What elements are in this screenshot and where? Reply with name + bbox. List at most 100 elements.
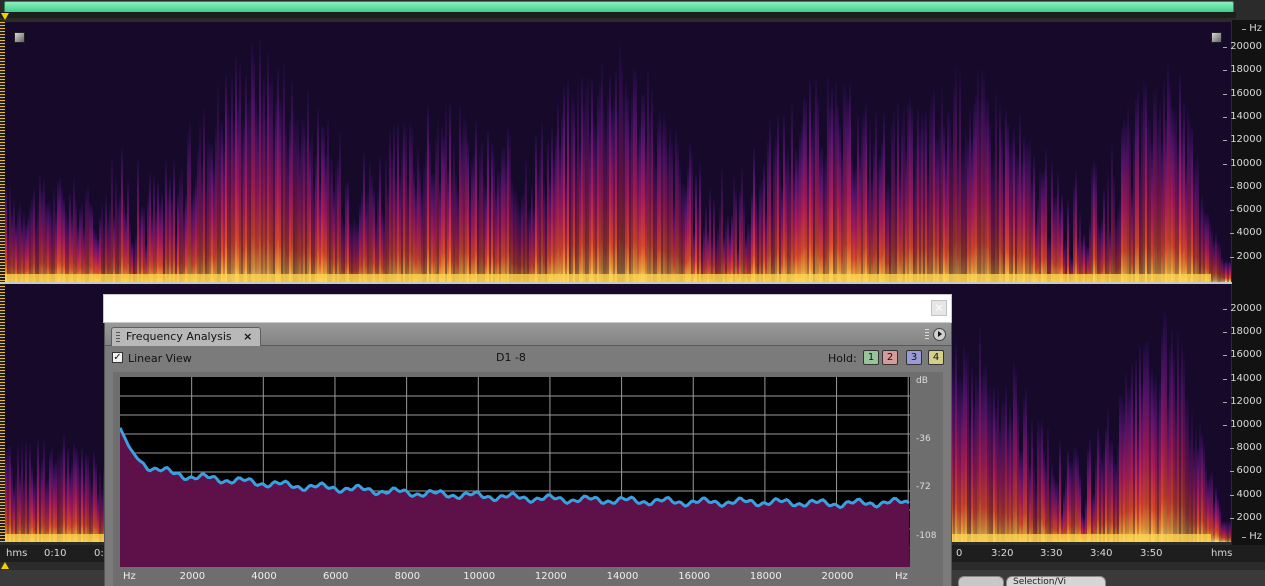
spectrogram-column bbox=[1037, 200, 1039, 282]
spectrogram-column bbox=[871, 177, 873, 282]
spectrogram-column bbox=[717, 227, 719, 282]
spectrogram-column bbox=[879, 156, 881, 282]
time-tick: 3:30 bbox=[1040, 548, 1063, 559]
spectrogram-column bbox=[1041, 173, 1043, 282]
spectrogram-column bbox=[1135, 98, 1137, 282]
tab-close-icon[interactable]: × bbox=[243, 330, 252, 343]
spectrogram-column bbox=[1087, 448, 1089, 542]
spectrogram-column bbox=[887, 181, 889, 282]
spectrogram-column bbox=[343, 221, 345, 282]
status-toggle[interactable] bbox=[958, 576, 1004, 586]
frequency-tick: 8000 bbox=[1229, 180, 1262, 192]
frequency-ruler-bottom[interactable]: Hz 20000 18000 16000 14000 12000 10000 8000 600… bbox=[1223, 283, 1265, 545]
spectrogram-column bbox=[335, 165, 337, 282]
spectrogram-column bbox=[597, 95, 599, 282]
spectrogram-column bbox=[1011, 138, 1013, 282]
spectrogram-column bbox=[583, 105, 585, 282]
panel-menu-icon[interactable] bbox=[933, 328, 946, 341]
spectrogram-column bbox=[1205, 213, 1207, 282]
spectrogram-column bbox=[631, 93, 633, 282]
spectrogram-column bbox=[7, 445, 9, 542]
spectrogram-column bbox=[127, 180, 129, 282]
spectrogram-column bbox=[137, 159, 139, 282]
spectrogram-column bbox=[339, 131, 341, 282]
tab-frequency-analysis[interactable]: Frequency Analysis × bbox=[111, 327, 262, 346]
resize-corner-icon[interactable] bbox=[1211, 32, 1222, 43]
spectrogram-column bbox=[35, 476, 37, 542]
end-marker-icon[interactable] bbox=[1, 562, 9, 569]
spectrogram-column bbox=[739, 190, 741, 282]
spectrogram-column bbox=[481, 140, 483, 282]
spectrogram-column bbox=[1065, 476, 1067, 542]
spectrogram-column bbox=[65, 210, 67, 282]
spectrogram-column bbox=[329, 156, 331, 282]
tab-label: Frequency Analysis bbox=[126, 330, 232, 343]
grip-icon[interactable] bbox=[116, 332, 120, 342]
spectrogram-column bbox=[381, 208, 383, 282]
spectrogram-column bbox=[1121, 395, 1123, 542]
hold-button-4[interactable]: 4 bbox=[928, 350, 944, 365]
hold-button-3[interactable]: 3 bbox=[906, 350, 922, 365]
frequency-tick: 4000 bbox=[1229, 488, 1262, 500]
spectrogram-column bbox=[1089, 220, 1091, 282]
spectrogram-column bbox=[613, 97, 615, 282]
spectrogram-column bbox=[199, 122, 201, 282]
spectrogram-column bbox=[831, 88, 833, 282]
spectrogram-column bbox=[633, 69, 635, 282]
panel-window-titlebar[interactable]: × bbox=[103, 294, 952, 323]
spectrogram-column bbox=[843, 84, 845, 282]
spectrogram-column bbox=[971, 139, 973, 282]
spectrogram-column bbox=[373, 188, 375, 282]
spectrogram-column bbox=[661, 124, 663, 282]
spectrogram-column bbox=[969, 413, 971, 542]
frequency-tick: 12000 bbox=[1223, 134, 1262, 146]
spectrogram-column bbox=[37, 439, 39, 542]
start-marker-icon[interactable] bbox=[1, 13, 9, 20]
spectrogram-column bbox=[1043, 168, 1045, 282]
frequency-ruler-top[interactable]: Hz 20000 18000 16000 14000 12000 10000 8000 600… bbox=[1223, 20, 1265, 283]
spectrogram-column bbox=[903, 106, 905, 282]
linear-view-checkbox[interactable]: ✓ bbox=[112, 352, 123, 363]
time-tick: 3:50 bbox=[1140, 548, 1163, 559]
spectrogram-column bbox=[29, 443, 31, 542]
resize-corner-icon[interactable] bbox=[14, 32, 25, 43]
spectrogram-column bbox=[995, 407, 997, 542]
spectrogram-column bbox=[9, 185, 11, 282]
spectrogram-column bbox=[255, 100, 257, 282]
close-icon[interactable]: × bbox=[931, 300, 947, 316]
spectrogram-column bbox=[291, 80, 293, 282]
spectrogram-column bbox=[1203, 207, 1205, 282]
spectrogram-column bbox=[563, 86, 565, 282]
linear-view-label[interactable]: Linear View bbox=[128, 352, 192, 365]
spectrogram-column bbox=[457, 190, 459, 282]
frequency-plot[interactable] bbox=[120, 377, 910, 567]
spectrogram-column bbox=[927, 168, 929, 282]
spectrogram-column bbox=[909, 99, 911, 282]
frequency-tick: 8000 bbox=[1229, 442, 1262, 454]
spectrogram-column bbox=[689, 143, 691, 282]
spectrogram-column bbox=[289, 120, 291, 282]
spectrogram-column bbox=[1103, 188, 1105, 282]
spectrogram-column bbox=[509, 133, 511, 282]
spectrogram-column bbox=[1215, 232, 1217, 282]
spectrogram-column bbox=[297, 119, 299, 282]
hold-button-1[interactable]: 1 bbox=[863, 350, 879, 365]
spectrogram-channel-left[interactable] bbox=[5, 22, 1231, 282]
hold-button-2[interactable]: 2 bbox=[882, 350, 898, 365]
spectrogram-column bbox=[1023, 398, 1025, 542]
spectrogram-column bbox=[1061, 193, 1063, 282]
spectrogram-column bbox=[685, 188, 687, 282]
spectrogram-column bbox=[295, 118, 297, 282]
spectrogram-column bbox=[429, 139, 431, 282]
spectrogram-column bbox=[731, 214, 733, 282]
frequency-tick: 18000 bbox=[1223, 326, 1262, 338]
spectrogram-column bbox=[837, 106, 839, 282]
selection-view-tab[interactable]: Selection/Vi bbox=[1006, 576, 1106, 586]
spectrogram-column bbox=[1165, 314, 1167, 542]
db-tick: -72 bbox=[916, 482, 931, 492]
grip-icon[interactable] bbox=[925, 329, 929, 339]
spectrogram-column bbox=[23, 211, 25, 282]
spectrogram-column bbox=[101, 203, 103, 282]
spectrogram-column bbox=[1207, 479, 1209, 542]
spectrogram-column bbox=[1007, 425, 1009, 542]
